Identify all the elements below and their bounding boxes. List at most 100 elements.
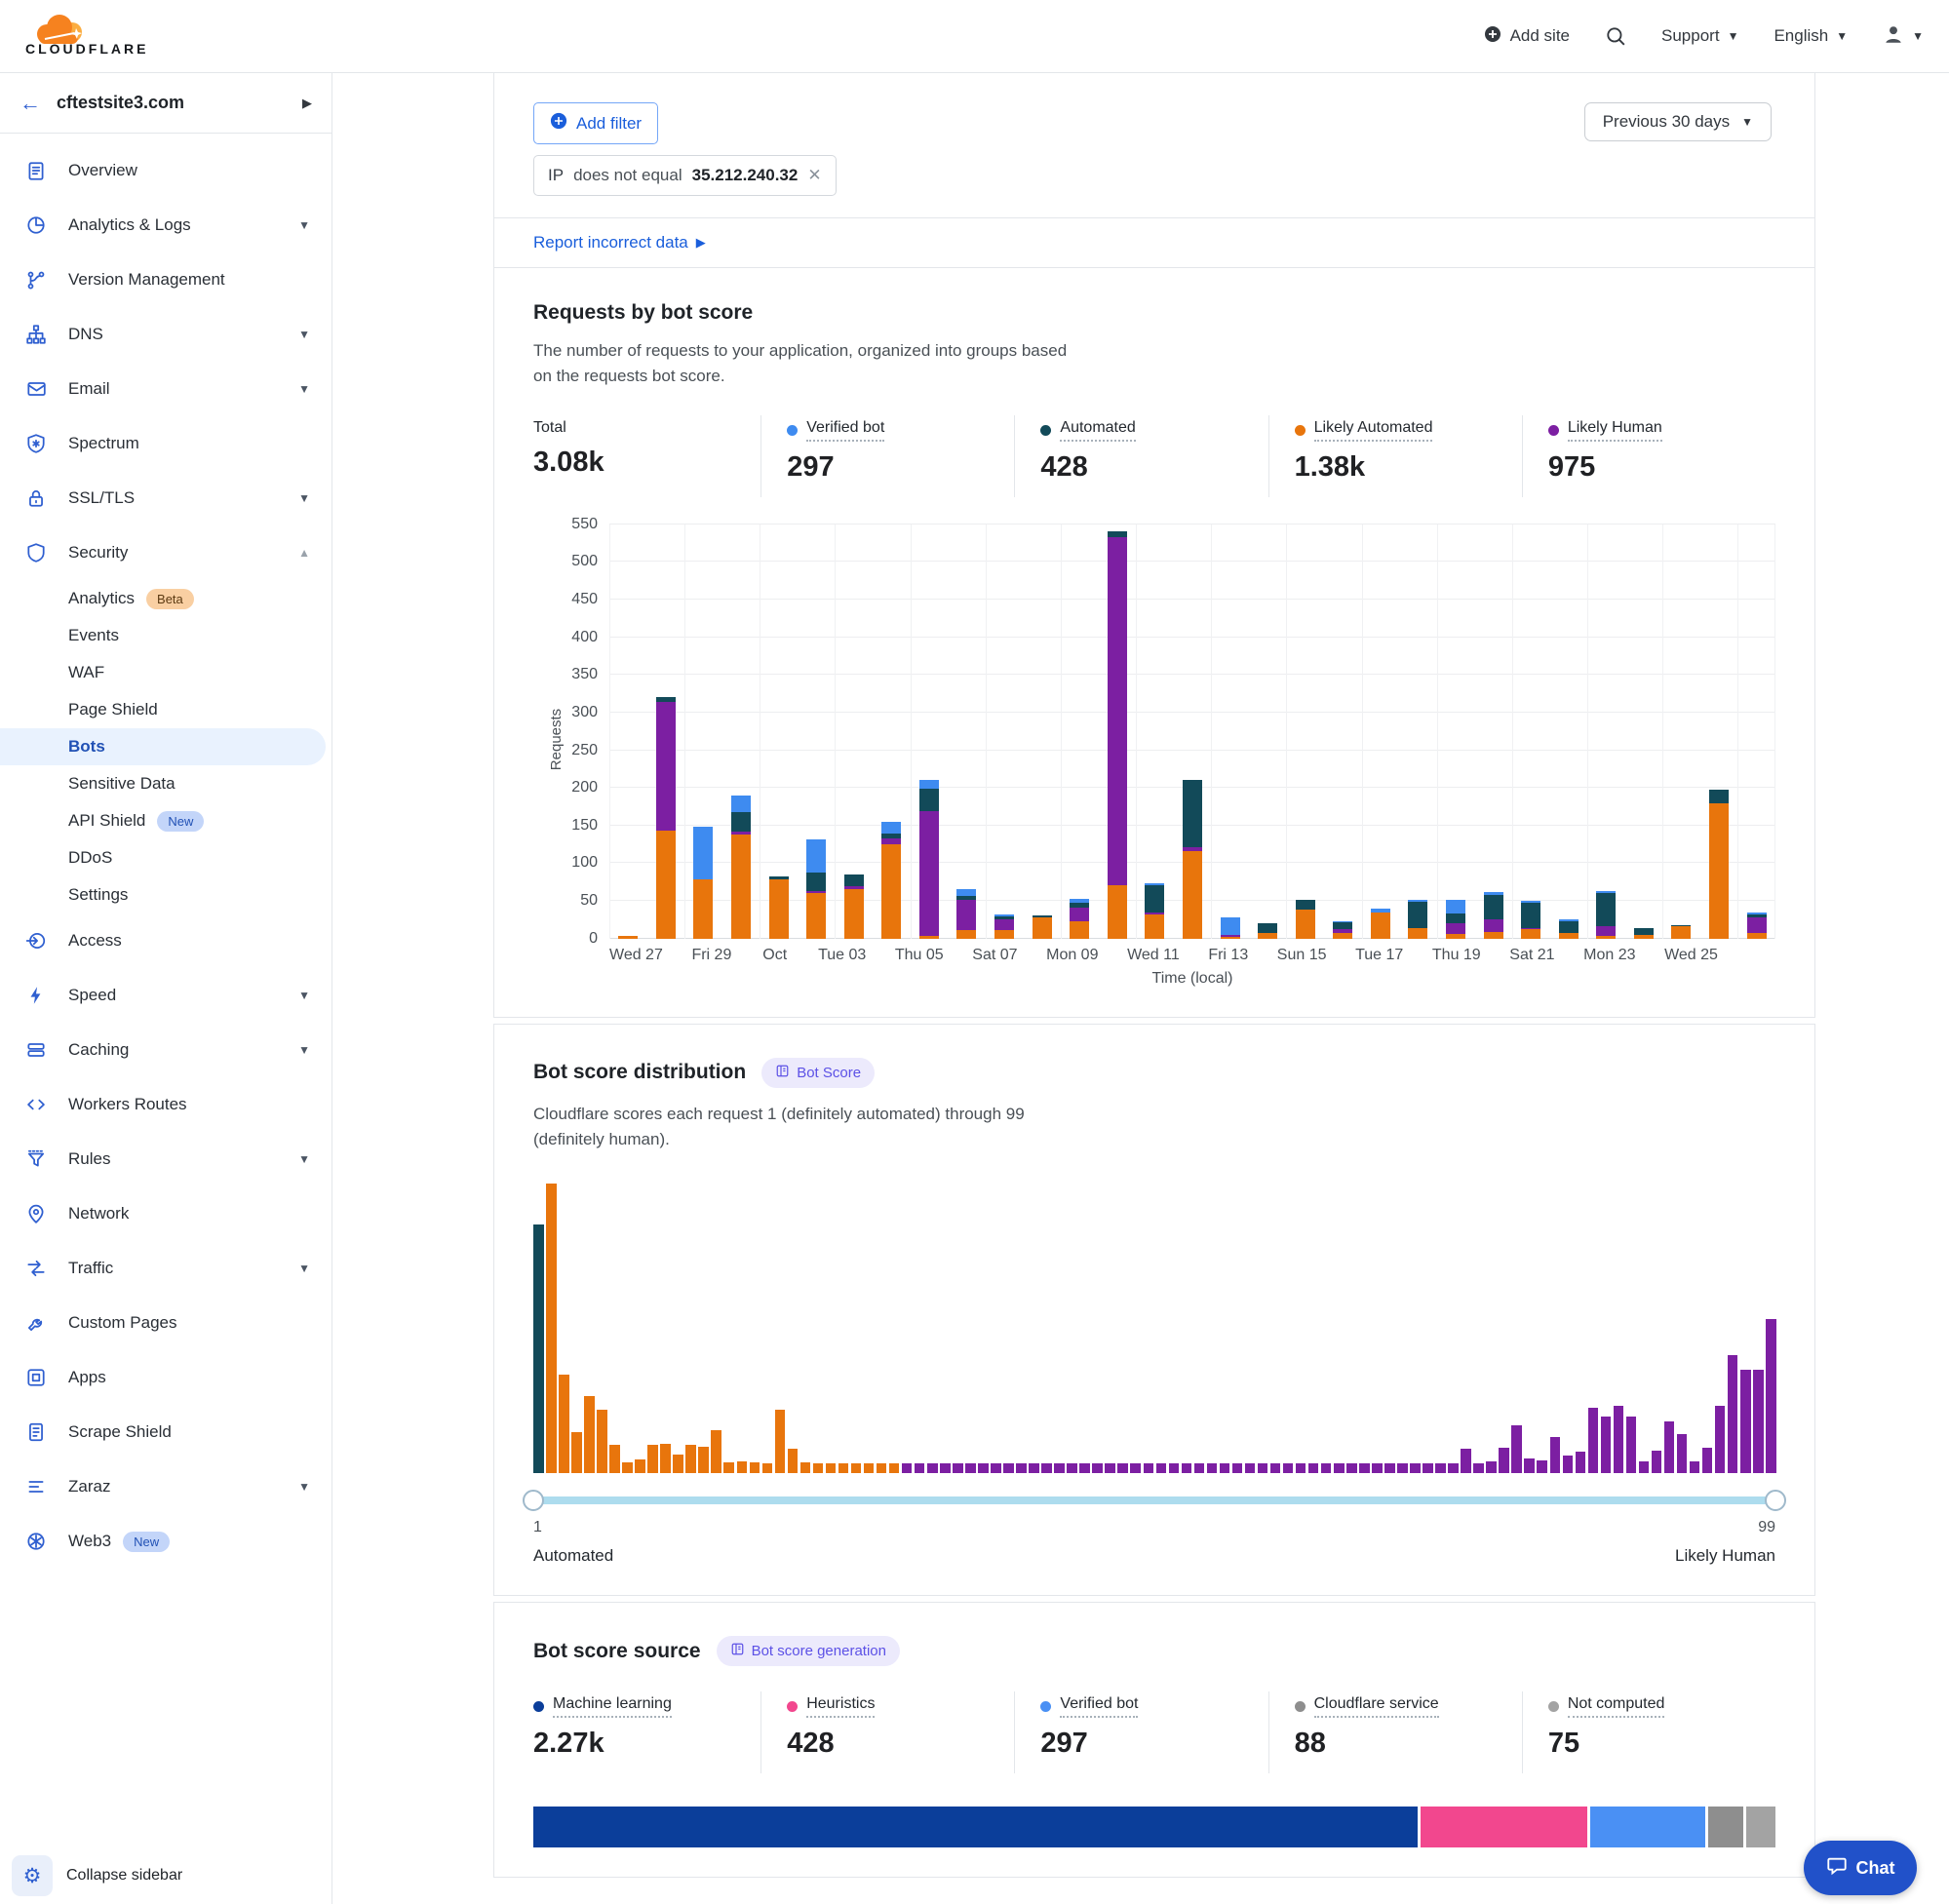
sidebar-item-sensitive-data[interactable]: Sensitive Data (0, 765, 331, 802)
sidebar-item-scrape-shield[interactable]: Scrape Shield (0, 1405, 331, 1459)
sidebar-item-caching[interactable]: Caching▼ (0, 1023, 331, 1077)
stat-label[interactable]: Verified bot (787, 419, 884, 442)
sidebar-item-apps[interactable]: Apps (0, 1350, 331, 1405)
stat-label-text: Not computed (1568, 1695, 1665, 1718)
bar-segment-automated (919, 789, 939, 811)
histogram-bar (1728, 1355, 1738, 1473)
sidebar-item-api-shield[interactable]: API ShieldNew (0, 802, 331, 839)
sidebar-item-zaraz[interactable]: Zaraz▼ (0, 1459, 331, 1514)
sidebar-item-speed[interactable]: Speed▼ (0, 968, 331, 1023)
stat-label[interactable]: Likely Human (1548, 419, 1662, 442)
sidebar-item-version-management[interactable]: Version Management (0, 253, 331, 307)
report-incorrect-data-link[interactable]: Report incorrect data ▶ (533, 233, 706, 253)
sidebar-item-label: Overview (68, 161, 137, 180)
bot-score-badge[interactable]: Bot Score (761, 1058, 875, 1088)
bar-segment-likely-automated (994, 930, 1014, 939)
sidebar-item-ddos[interactable]: DDoS (0, 839, 331, 876)
add-site-button[interactable]: Add site (1483, 24, 1570, 49)
x-tick-label: Thu 05 (895, 947, 944, 964)
sidebar-item-events[interactable]: Events (0, 617, 331, 654)
sidebar-item-analytics[interactable]: AnalyticsBeta (0, 580, 331, 617)
bar-segment-automated (1446, 913, 1465, 923)
stat-label[interactable]: Machine learning (533, 1695, 672, 1718)
bar-group (1023, 915, 1061, 939)
sidebar-subitem-label: DDoS (68, 848, 112, 868)
histogram-bar (1486, 1461, 1497, 1473)
sidebar-item-custom-pages[interactable]: Custom Pages (0, 1296, 331, 1350)
sidebar-item-network[interactable]: Network (0, 1186, 331, 1241)
histogram-bar (965, 1463, 976, 1473)
bar-group (1099, 531, 1137, 938)
y-tick-label: 550 (571, 516, 598, 533)
stat-label[interactable]: Not computed (1548, 1695, 1665, 1718)
sidebar-item-access[interactable]: Access (0, 913, 331, 968)
stat-label[interactable]: Automated (1040, 419, 1135, 442)
sidebar-item-web3[interactable]: Web3New (0, 1514, 331, 1569)
x-tick-label: Wed 25 (1664, 947, 1718, 964)
chevron-down-icon: ▼ (298, 1480, 310, 1494)
histogram-bar (1029, 1463, 1039, 1473)
settings-gear-button[interactable]: ⚙ (12, 1855, 53, 1896)
x-tick-label: Mon 09 (1046, 947, 1098, 964)
sidebar-item-waf[interactable]: WAF (0, 654, 331, 691)
stat-verified-bot: Verified bot297 (760, 415, 1014, 497)
sidebar-item-email[interactable]: Email▼ (0, 362, 331, 416)
chat-button[interactable]: Chat (1804, 1841, 1917, 1895)
sidebar-subitem-label: Settings (68, 885, 128, 905)
support-menu[interactable]: Support▼ (1661, 26, 1738, 46)
bot-score-generation-badge[interactable]: Bot score generation (717, 1636, 900, 1666)
nodes-icon (25, 324, 51, 345)
histogram-bar (889, 1463, 900, 1473)
add-filter-button[interactable]: Add filter (533, 102, 658, 144)
bar-segment-likely-automated (1221, 937, 1240, 939)
histogram-bar (533, 1224, 544, 1473)
y-tick-label: 400 (571, 629, 598, 646)
sidebar-item-analytics-logs[interactable]: Analytics & Logs▼ (0, 198, 331, 253)
sidebar-item-spectrum[interactable]: Spectrum (0, 416, 331, 471)
bar-segment-automated (731, 812, 751, 832)
account-menu[interactable]: ▼ (1883, 23, 1924, 50)
user-icon (1883, 23, 1904, 50)
sidebar-item-security[interactable]: Security▲ (0, 525, 331, 580)
sidebar-item-page-shield[interactable]: Page Shield (0, 691, 331, 728)
histogram-bar (838, 1463, 849, 1473)
collapse-sidebar-button[interactable]: Collapse sidebar (66, 1867, 182, 1885)
sidebar-item-dns[interactable]: DNS▼ (0, 307, 331, 362)
bar-series (609, 525, 1775, 939)
search-icon[interactable] (1605, 25, 1626, 47)
x-tick-label: Thu 19 (1432, 947, 1481, 964)
time-range-dropdown[interactable]: Previous 30 days ▼ (1584, 102, 1772, 141)
stat-label[interactable]: Cloudflare service (1295, 1695, 1439, 1718)
sidebar-item-rules[interactable]: Rules▼ (0, 1132, 331, 1186)
close-icon[interactable]: ✕ (807, 166, 821, 185)
slider-handle-max[interactable] (1765, 1490, 1786, 1511)
stat-label[interactable]: Verified bot (1040, 1695, 1138, 1718)
requests-chart: Requests 0501001502002503003504004505005… (533, 525, 1775, 939)
back-arrow-icon[interactable]: ← (19, 91, 41, 116)
bar-segment-automated (806, 873, 826, 891)
language-menu[interactable]: English▼ (1774, 26, 1848, 46)
sidebar-item-overview[interactable]: Overview (0, 143, 331, 198)
bar-segment-verified-bot (1446, 900, 1465, 914)
sidebar-item-ssl-tls[interactable]: SSL/TLS▼ (0, 471, 331, 525)
requests-stats-row: Total3.08kVerified bot297Automated428Lik… (533, 415, 1775, 497)
slider-handle-min[interactable] (523, 1490, 544, 1511)
new-badge: New (157, 811, 204, 832)
slider-track[interactable] (533, 1496, 1775, 1504)
bar-group (1211, 917, 1249, 939)
site-expand-icon[interactable]: ▶ (302, 96, 312, 111)
sidebar-item-label: Network (68, 1204, 129, 1224)
filter-chip[interactable]: IP does not equal 35.212.240.32 ✕ (533, 155, 837, 196)
stat-label[interactable]: Likely Automated (1295, 419, 1433, 442)
sidebar-item-workers-routes[interactable]: Workers Routes (0, 1077, 331, 1132)
stat-label[interactable]: Heuristics (787, 1695, 875, 1718)
histogram-bar (1397, 1463, 1408, 1473)
sidebar-item-settings[interactable]: Settings (0, 876, 331, 913)
histogram-bar (1359, 1463, 1370, 1473)
funnel-icon (25, 1148, 51, 1170)
sidebar-item-bots[interactable]: Bots (0, 728, 326, 765)
code-icon (25, 1094, 51, 1115)
stat-heuristics: Heuristics428 (760, 1691, 1014, 1773)
histogram-bar (1740, 1370, 1751, 1473)
sidebar-item-traffic[interactable]: Traffic▼ (0, 1241, 331, 1296)
